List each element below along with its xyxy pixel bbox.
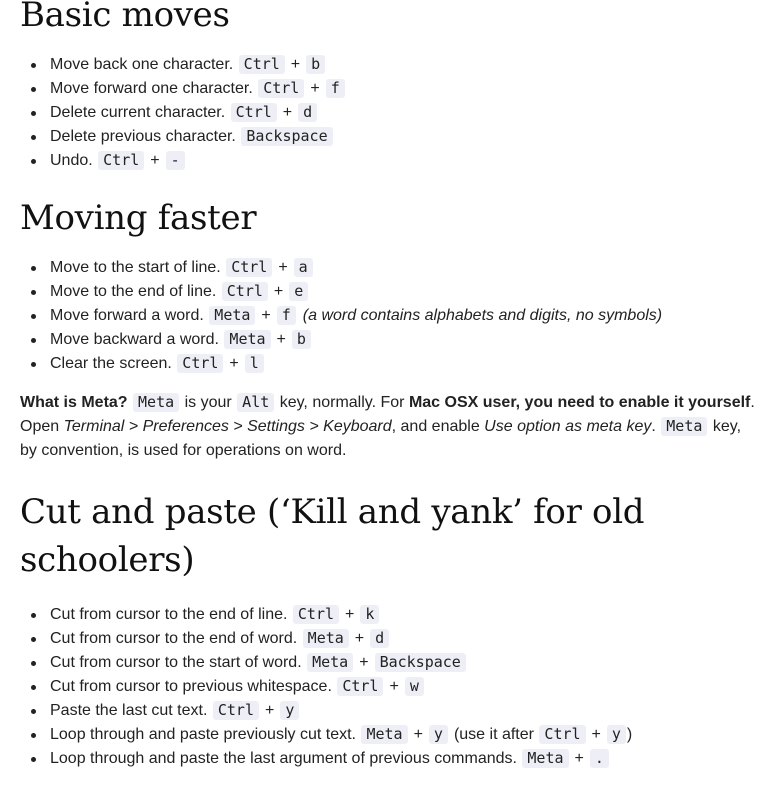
key: Backspace	[374, 653, 466, 672]
key: Ctrl	[177, 354, 224, 373]
list-item: Move forward one character. Ctrl + f	[31, 77, 762, 101]
list-item: Delete current character. Ctrl + d	[31, 101, 762, 125]
key: a	[293, 258, 313, 277]
key: k	[360, 605, 380, 624]
key: Meta	[133, 393, 180, 412]
key: f	[276, 306, 296, 325]
key: Ctrl	[292, 605, 340, 624]
key: Ctrl	[226, 258, 273, 277]
list-item: Delete previous character. Backspace	[31, 125, 762, 149]
plus-sign: +	[359, 654, 369, 671]
list-item: Move backward a word. Meta + b	[31, 328, 762, 352]
key: Ctrl	[337, 677, 384, 696]
section-title-basic-moves: Basic moves	[20, 0, 230, 35]
plus-sign: +	[276, 331, 286, 348]
key: Meta	[522, 749, 569, 768]
key: Meta	[224, 330, 271, 349]
list-item: Paste the last cut text. Ctrl + y	[31, 699, 762, 723]
plus-sign: +	[282, 104, 293, 121]
list-item: Move to the start of line. Ctrl + a	[31, 256, 762, 280]
plus-sign: +	[591, 726, 601, 743]
list-item: Undo. Ctrl + -	[31, 149, 762, 173]
basic-moves-list: Move back one character. Ctrl + b Move for…	[20, 53, 762, 173]
plus-sign: +	[345, 606, 355, 623]
key: d	[298, 103, 318, 122]
list-item: Cut from cursor to previous whitespace. …	[31, 675, 762, 699]
section-title-moving-faster: Moving faster	[20, 198, 257, 238]
plus-sign: +	[389, 678, 399, 695]
plus-sign: +	[290, 56, 301, 73]
key: w	[404, 677, 424, 696]
list-item: Clear the screen. Ctrl + l	[31, 352, 762, 376]
plus-sign: +	[310, 80, 320, 97]
key: l	[244, 354, 264, 373]
plus-sign: +	[229, 355, 239, 372]
article: Basic moves Move back one character. Ctr…	[0, 0, 762, 771]
key: d	[370, 629, 390, 648]
key: Meta	[307, 653, 354, 672]
cut-and-paste-list: Cut from cursor to the end of line. Ctrl…	[20, 603, 762, 771]
plus-sign: +	[273, 283, 284, 300]
key: Backspace	[241, 127, 333, 146]
key: y	[428, 725, 448, 744]
plus-sign: +	[413, 726, 423, 743]
key: Ctrl	[238, 55, 285, 74]
key: Meta	[209, 306, 256, 325]
plus-sign: +	[261, 307, 271, 324]
section-title-cut-and-paste: Cut and paste (‘Kill and yank’ for old s…	[20, 492, 645, 580]
key: Meta	[302, 629, 349, 648]
plus-sign: +	[278, 259, 288, 276]
list-item: Move to the end of line. Ctrl + e	[31, 280, 762, 304]
list-item: Cut from cursor to the start of word. Me…	[31, 651, 762, 675]
list-item: Loop through and paste the last argument…	[31, 747, 762, 771]
list-item: Cut from cursor to the end of line. Ctrl…	[31, 603, 762, 627]
meta-explanation: What is Meta? Meta is your Alt key, norm…	[20, 393, 755, 459]
key: Alt	[237, 393, 275, 412]
moving-faster-list: Move to the start of line. Ctrl + a Move t…	[20, 256, 762, 376]
key: .	[589, 749, 609, 768]
key: b	[291, 330, 311, 349]
key: Meta	[361, 725, 408, 744]
key: -	[165, 151, 185, 170]
list-item: Move forward a word. Meta + f (a word conta…	[31, 304, 762, 328]
key: Ctrl	[230, 103, 277, 122]
key: Ctrl	[98, 151, 145, 170]
key: Ctrl	[258, 79, 305, 98]
key: Meta	[661, 417, 708, 436]
list-item: Cut from cursor to the end of word. Meta…	[31, 627, 762, 651]
key: Ctrl	[212, 701, 259, 720]
key: Ctrl	[221, 282, 268, 301]
list-item: Loop through and paste previously cut te…	[31, 723, 762, 747]
key: Ctrl	[539, 725, 586, 744]
key: y	[280, 701, 300, 720]
key: f	[325, 79, 345, 98]
plus-sign: +	[574, 750, 584, 767]
plus-sign: +	[265, 702, 275, 719]
key: b	[306, 55, 326, 74]
plus-sign: +	[354, 630, 365, 647]
key: y	[606, 725, 626, 744]
plus-sign: +	[150, 152, 160, 169]
note: (a word contains alphabets and digits, n…	[302, 307, 663, 324]
key: e	[289, 282, 309, 301]
list-item: Move back one character. Ctrl + b	[31, 53, 762, 77]
